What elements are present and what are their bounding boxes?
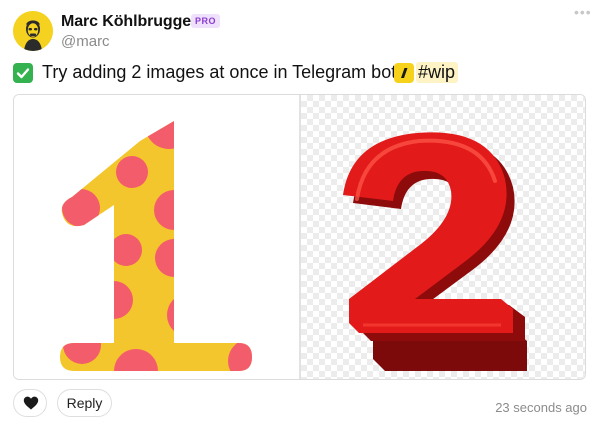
image-gallery [13, 94, 586, 380]
hashtag-link[interactable]: #wip [416, 62, 459, 83]
wip-logo-icon[interactable] [394, 63, 414, 83]
author-name[interactable]: Marc Köhlbrugge [61, 13, 191, 31]
heart-icon [23, 396, 39, 410]
check-box-icon [13, 63, 33, 83]
like-button[interactable] [13, 389, 47, 417]
avatar[interactable] [13, 11, 53, 51]
pro-badge: PRO [191, 14, 221, 28]
reply-button[interactable]: Reply [57, 389, 112, 417]
image-digit-one[interactable] [14, 95, 299, 379]
image-digit-two[interactable] [301, 95, 585, 379]
post-card: Marc Köhlbrugge PRO @marc ••• Try adding… [0, 0, 600, 432]
todo-text: Try adding 2 images at once in Telegram … [42, 62, 397, 82]
timestamp[interactable]: 23 seconds ago [495, 400, 587, 415]
more-options-icon[interactable]: ••• [574, 4, 592, 20]
author-handle[interactable]: @marc [61, 33, 110, 50]
